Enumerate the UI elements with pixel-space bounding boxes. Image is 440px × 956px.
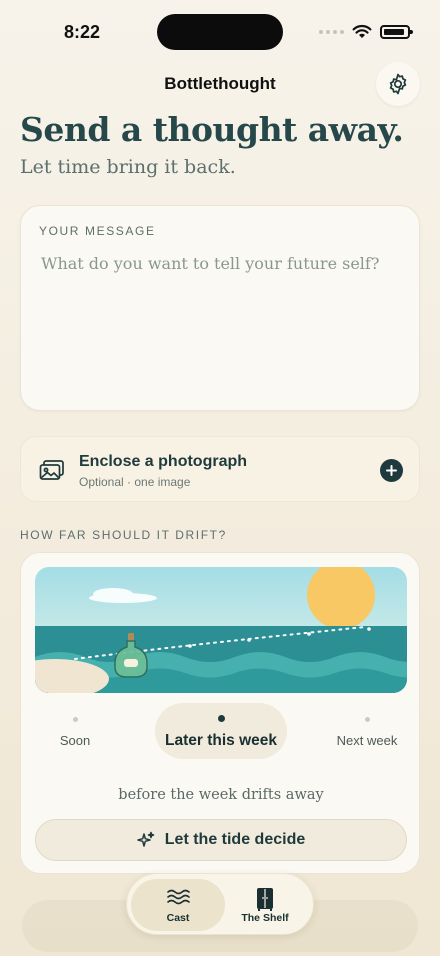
tab-the-shelf[interactable]: The Shelf: [219, 879, 311, 931]
enclose-photo-button[interactable]: Enclose a photograph Optional · one imag…: [20, 436, 420, 502]
message-input[interactable]: [41, 254, 401, 394]
app-title: Bottlethought: [164, 74, 276, 93]
drift-option-label: Next week: [336, 733, 398, 748]
tab-bar: Cast The Shelf: [126, 873, 314, 935]
gear-icon: [389, 73, 407, 95]
status-bar: 8:22: [0, 0, 440, 60]
drift-caption: before the week drifts away: [118, 787, 324, 803]
wifi-icon: [352, 24, 372, 38]
settings-button[interactable]: [376, 62, 420, 106]
photo-subtitle: Optional · one image: [79, 475, 191, 489]
cabinet-icon: [257, 888, 273, 911]
drift-card: Soon Later this week Next week before th…: [20, 552, 420, 874]
cellular-signal-icon: [319, 29, 344, 34]
tide-button-label: Let the tide decide: [164, 831, 306, 848]
add-photo-icon[interactable]: [380, 459, 403, 482]
tab-label: The Shelf: [241, 912, 289, 924]
message-card: YOUR MESSAGE: [20, 205, 420, 411]
tab-label: Cast: [166, 912, 190, 924]
tide-decide-button[interactable]: Let the tide decide: [35, 819, 407, 861]
drift-option-soon[interactable]: Soon: [35, 703, 115, 759]
waves-icon: [167, 889, 190, 905]
photo-title: Enclose a photograph: [79, 453, 248, 470]
drift-option-next-week[interactable]: Next week: [325, 703, 409, 759]
page-headline: Send a thought away.: [20, 110, 404, 149]
photo-icon: [39, 460, 64, 480]
sparkle-icon: [137, 831, 155, 847]
drift-option-label: Later this week: [165, 732, 277, 749]
plus-icon: [386, 465, 397, 476]
status-indicators: [319, 24, 413, 39]
message-label: YOUR MESSAGE: [39, 224, 156, 238]
drift-options: Soon Later this week Next week: [21, 703, 421, 763]
page-subline: Let time bring it back.: [20, 156, 236, 178]
drift-option-later-this-week[interactable]: Later this week: [155, 703, 287, 759]
dynamic-island: [157, 14, 283, 50]
drift-option-label: Soon: [59, 733, 91, 748]
drift-section-label: HOW FAR SHOULD IT DRIFT?: [20, 528, 227, 542]
status-time: 8:22: [64, 22, 101, 42]
battery-icon: [380, 24, 413, 39]
drift-illustration: [35, 567, 407, 693]
tab-cast[interactable]: Cast: [131, 879, 225, 931]
